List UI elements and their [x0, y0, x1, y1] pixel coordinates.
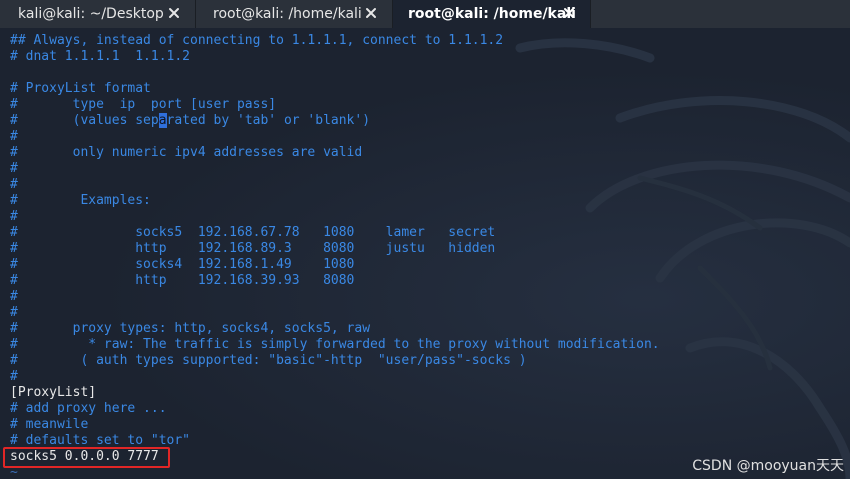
tab-kali-desktop[interactable]: kali@kali: ~/Desktop — [0, 0, 196, 28]
terminal-line: # proxy types: http, socks4, socks5, raw — [10, 321, 371, 336]
terminal-line: # — [10, 369, 18, 384]
terminal-line: # add proxy here ... — [10, 401, 167, 416]
terminal-line: # socks5 192.168.67.78 1080 lamer secret — [10, 225, 496, 240]
text-cursor: a — [158, 113, 167, 128]
close-icon[interactable] — [167, 6, 181, 20]
terminal-line: # * raw: The traffic is simply forwarded… — [10, 337, 660, 352]
tab-label: kali@kali: ~/Desktop — [18, 6, 164, 22]
close-icon[interactable] — [364, 6, 378, 20]
terminal-area[interactable]: ## Always, instead of connecting to 1.1.… — [0, 28, 850, 479]
terminal-line: ## Always, instead of connecting to 1.1.… — [10, 33, 504, 48]
terminal-line: # meanwile — [10, 417, 89, 432]
terminal-line: # ProxyList format — [10, 81, 151, 96]
terminal-line: [ProxyList] — [10, 385, 97, 400]
terminal-line: # — [10, 177, 18, 192]
terminal-line: # only numeric ipv4 addresses are valid — [10, 145, 363, 160]
tab-bar: kali@kali: ~/Desktop root@kali: /home/ka… — [0, 0, 850, 29]
terminal-line: # socks4 192.168.1.49 1080 — [10, 257, 355, 272]
terminal-line: # — [10, 129, 18, 144]
close-icon[interactable] — [562, 6, 576, 20]
terminal-line: # — [10, 209, 18, 224]
tab-root-home-kali-active[interactable]: root@kali: /home/kali — [393, 0, 591, 28]
terminal-line: # http 192.168.89.3 8080 justu hidden — [10, 241, 496, 256]
watermark: CSDN @mooyuan天天 — [692, 458, 844, 474]
terminal-line: # (values separated by 'tab' or 'blank') — [10, 113, 371, 128]
terminal-line: # — [10, 305, 18, 320]
tab-root-home-kali[interactable]: root@kali: /home/kali — [196, 0, 393, 28]
tab-label: root@kali: /home/kali — [408, 6, 576, 22]
tab-label: root@kali: /home/kali — [213, 6, 362, 22]
terminal-line: # http 192.168.39.93 8080 — [10, 273, 355, 288]
terminal-line: # Examples: — [10, 193, 151, 208]
terminal-text: ## Always, instead of connecting to 1.1.… — [10, 33, 660, 479]
terminal-line: # ( auth types supported: "basic"-http "… — [10, 353, 527, 368]
terminal-line: # — [10, 289, 18, 304]
highlight-box — [3, 447, 170, 468]
terminal-line: # dnat 1.1.1.1 1.1.1.2 — [10, 49, 191, 64]
terminal-line: # — [10, 161, 18, 176]
terminal-line: # type ip port [user pass] — [10, 97, 277, 112]
